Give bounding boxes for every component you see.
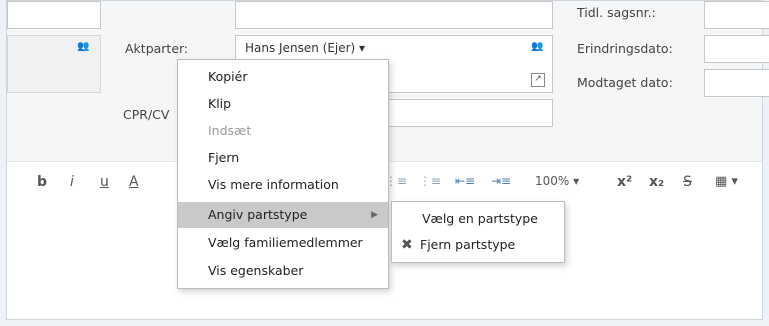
remove-x-icon: ✖	[401, 237, 413, 253]
tidl-sagsnr-field[interactable]	[704, 1, 769, 29]
submenu-item-label: Fjern partstype	[420, 237, 516, 252]
zoom-select[interactable]: 100% ▾	[535, 174, 579, 188]
italic-button[interactable]: i	[70, 174, 74, 190]
submenu: Vælg en partstype ✖ Fjern partstype	[391, 201, 565, 263]
chevron-right-icon: ▶	[371, 210, 378, 220]
bold-button[interactable]: b	[37, 174, 47, 190]
menu-item-kopier[interactable]: Kopiér	[178, 64, 388, 90]
indent-increase-icon[interactable]: ⇥≡	[491, 174, 511, 188]
indent-decrease-icon[interactable]: ⇤≡	[455, 174, 475, 188]
open-icon[interactable]: ↗	[531, 73, 545, 87]
modtaget-dato-field[interactable]	[704, 69, 769, 97]
menu-item-fjern[interactable]: Fjern	[178, 145, 388, 171]
menu-item-label: Angiv partstype	[208, 207, 308, 222]
cpr-label: CPR/CV	[123, 107, 170, 122]
context-menu: Kopiér Klip Indsæt Fjern Vis mere inform…	[177, 59, 389, 289]
menu-item-vaelg-familiemedlemmer[interactable]: Vælg familiemedlemmer	[178, 230, 388, 256]
menu-item-vis-mere-information[interactable]: Vis mere information	[178, 172, 388, 198]
table-icon[interactable]: ▦ ▾	[715, 174, 738, 189]
party-value[interactable]: Hans Jensen (Ejer) ▾	[245, 41, 365, 55]
underline-button[interactable]: u	[100, 174, 109, 190]
strikethrough-button[interactable]: S	[683, 174, 692, 190]
menu-item-indsaet[interactable]: Indsæt	[178, 118, 388, 144]
people-icon[interactable]: 👥	[77, 41, 89, 52]
erindringsdato-field[interactable]	[704, 35, 769, 63]
subscript-button[interactable]: x₂	[649, 174, 664, 190]
menu-item-klip[interactable]: Klip	[178, 91, 388, 117]
people-icon[interactable]: 👥	[531, 41, 543, 52]
superscript-button[interactable]: x²	[617, 174, 632, 190]
submenu-item-fjern-partstype[interactable]: ✖ Fjern partstype	[392, 232, 564, 258]
menu-item-angiv-partstype[interactable]: Angiv partstype ▶	[178, 202, 388, 228]
erindringsdato-label: Erindringsdato:	[577, 41, 673, 56]
window: 👥 Aktparter: Hans Jensen (Ejer) ▾ 👥 ↗ CP…	[6, 0, 769, 320]
left-field-top[interactable]	[7, 1, 101, 29]
font-color-button[interactable]: A	[129, 174, 139, 190]
menu-item-vis-egenskaber[interactable]: Vis egenskaber	[178, 258, 388, 284]
submenu-item-vaelg-en-partstype[interactable]: Vælg en partstype	[392, 206, 564, 232]
tidl-sagsnr-label: Tidl. sagsnr.:	[577, 5, 656, 20]
middle-field-top[interactable]	[235, 1, 553, 29]
aktparter-label: Aktparter:	[125, 41, 189, 56]
modtaget-dato-label: Modtaget dato:	[577, 75, 673, 90]
list2-icon[interactable]: ⋮≡	[419, 174, 441, 188]
